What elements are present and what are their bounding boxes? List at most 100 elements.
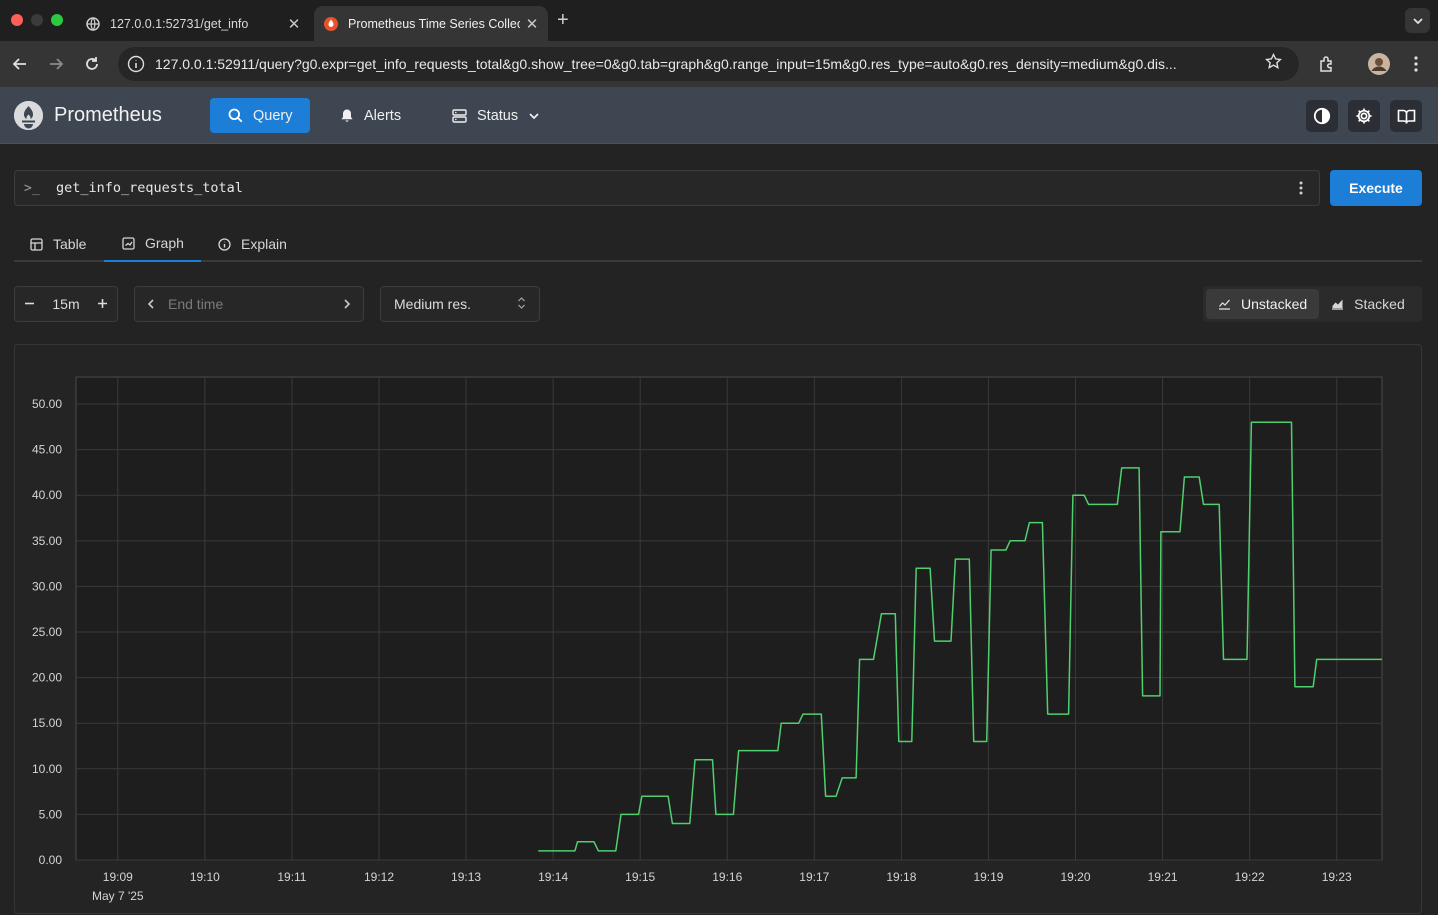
- chart-icon: [122, 236, 135, 250]
- search-icon: [228, 108, 243, 123]
- end-time-input[interactable]: End time: [134, 286, 364, 322]
- contrast-icon: [1313, 107, 1331, 125]
- window-close-button[interactable]: [11, 14, 23, 26]
- x-tick-label: 19:12: [364, 870, 394, 884]
- panel-tabs: Table Graph Explain: [14, 226, 1422, 262]
- y-tick-label: 10.00: [32, 762, 62, 776]
- y-tick-label: 20.00: [32, 671, 62, 685]
- range-decrease-button[interactable]: [24, 296, 35, 312]
- globe-icon: [86, 16, 100, 31]
- back-arrow-icon[interactable]: [9, 53, 31, 75]
- x-tick-label: 19:11: [277, 870, 306, 884]
- minus-icon: [25, 302, 34, 305]
- tab-explain[interactable]: Explain: [218, 226, 287, 262]
- nav-alerts[interactable]: Alerts: [340, 98, 401, 133]
- tab-table[interactable]: Table: [30, 226, 86, 262]
- brand-name: Prometheus: [54, 104, 162, 126]
- x-tick-label: 19:19: [973, 870, 1003, 884]
- close-icon[interactable]: ✕: [520, 15, 544, 33]
- x-tick-label: 19:18: [886, 870, 916, 884]
- x-date-label: May 7 '25: [92, 889, 144, 903]
- x-tick-label: 19:17: [799, 870, 829, 884]
- nav-alerts-label: Alerts: [364, 107, 402, 124]
- window-minimize-button[interactable]: [31, 14, 43, 26]
- x-tick-label: 19:15: [625, 870, 655, 884]
- reload-icon[interactable]: [81, 53, 103, 75]
- stacking-toggle: Unstacked Stacked: [1203, 286, 1422, 322]
- browser-tab-prometheus[interactable]: Prometheus Time Series Collection ✕: [314, 6, 548, 41]
- nav-query[interactable]: Query: [210, 98, 310, 133]
- bell-icon: [340, 108, 354, 123]
- expression-input[interactable]: >_ get_info_requests_total: [14, 170, 1320, 206]
- url-text: 127.0.0.1:52911/query?g0.expr=get_info_r…: [155, 56, 1177, 72]
- chevron-down-icon: [1412, 17, 1423, 24]
- settings-button[interactable]: [1348, 100, 1380, 132]
- book-icon: [1397, 109, 1415, 124]
- execute-button[interactable]: Execute: [1330, 170, 1422, 206]
- range-input[interactable]: 15m: [52, 296, 79, 312]
- chevron-left-icon[interactable]: [147, 296, 156, 312]
- x-tick-label: 19:13: [451, 870, 481, 884]
- browser-tab-label: Prometheus Time Series Collection: [348, 16, 520, 31]
- x-tick-label: 19:16: [712, 870, 742, 884]
- range-control: 15m: [14, 286, 118, 322]
- tab-graph[interactable]: Graph: [104, 226, 201, 262]
- window-maximize-button[interactable]: [51, 14, 63, 26]
- server-icon: [452, 108, 467, 123]
- x-tick-label: 19:23: [1322, 870, 1352, 884]
- profile-avatar[interactable]: [1368, 53, 1390, 75]
- gear-icon: [1356, 108, 1372, 124]
- theme-toggle-button[interactable]: [1306, 100, 1338, 132]
- x-tick-label: 19:20: [1061, 870, 1091, 884]
- end-time-placeholder: End time: [168, 296, 224, 312]
- documentation-button[interactable]: [1390, 100, 1422, 132]
- plus-icon: [97, 299, 107, 308]
- x-tick-label: 19:22: [1235, 870, 1265, 884]
- tab-explain-label: Explain: [241, 236, 287, 252]
- expression-text[interactable]: get_info_requests_total: [56, 180, 1283, 196]
- tab-graph-label: Graph: [145, 235, 184, 251]
- new-tab-button[interactable]: +: [557, 9, 569, 32]
- y-tick-label: 5.00: [39, 807, 63, 821]
- y-tick-label: 45.00: [32, 443, 62, 457]
- browser-tabstrip: 127.0.0.1:52731/get_info ✕ Prometheus Ti…: [0, 0, 1438, 41]
- y-tick-label: 0.00: [39, 853, 63, 867]
- bookmark-star-icon[interactable]: [1265, 52, 1285, 75]
- forward-arrow-icon[interactable]: [45, 53, 67, 75]
- x-tick-label: 19:09: [103, 870, 133, 884]
- resolution-value: Medium res.: [394, 296, 472, 312]
- kebab-menu-icon: [1299, 181, 1303, 195]
- select-arrows-icon: [517, 296, 526, 313]
- time-series-chart[interactable]: 0.00 5.00 10.00 15.00 20.00 25.00 30.00 35.00 40…: [15, 345, 1423, 915]
- address-bar[interactable]: 127.0.0.1:52911/query?g0.expr=get_info_r…: [118, 47, 1299, 81]
- table-icon: [30, 237, 43, 251]
- unstacked-label: Unstacked: [1241, 296, 1308, 312]
- nav-status-label: Status: [477, 107, 519, 124]
- browser-tab-label: 127.0.0.1:52731/get_info: [110, 16, 249, 31]
- y-tick-label: 15.00: [32, 716, 62, 730]
- site-info-icon[interactable]: [127, 55, 145, 73]
- close-icon[interactable]: ✕: [282, 15, 306, 33]
- stacked-button[interactable]: Stacked: [1319, 289, 1417, 319]
- x-tick-label: 19:10: [190, 870, 220, 884]
- extensions-icon[interactable]: [1316, 53, 1338, 75]
- graph-panel: 0.00 5.00 10.00 15.00 20.00 25.00 30.00 35.00 40…: [14, 344, 1422, 914]
- browser-tab-get-info[interactable]: 127.0.0.1:52731/get_info ✕: [76, 6, 310, 41]
- chevron-right-icon[interactable]: [342, 296, 351, 312]
- browser-menu-icon[interactable]: [1405, 53, 1427, 75]
- unstacked-button[interactable]: Unstacked: [1206, 289, 1320, 319]
- x-tick-label: 19:21: [1148, 870, 1178, 884]
- info-icon: [218, 237, 231, 251]
- line-chart-icon: [1218, 298, 1231, 310]
- resolution-select[interactable]: Medium res.: [380, 286, 540, 322]
- y-tick-label: 25.00: [32, 625, 62, 639]
- y-tick-label: 50.00: [32, 397, 62, 411]
- brand[interactable]: Prometheus: [14, 101, 162, 130]
- x-tick-label: 19:14: [538, 870, 568, 884]
- app-navbar: Prometheus Query Alerts Status: [0, 87, 1438, 144]
- tab-search-button[interactable]: [1405, 8, 1430, 33]
- y-tick-label: 40.00: [32, 488, 62, 502]
- expression-menu-button[interactable]: [1283, 181, 1319, 195]
- range-increase-button[interactable]: [97, 296, 108, 312]
- nav-status-dropdown[interactable]: Status: [452, 98, 540, 133]
